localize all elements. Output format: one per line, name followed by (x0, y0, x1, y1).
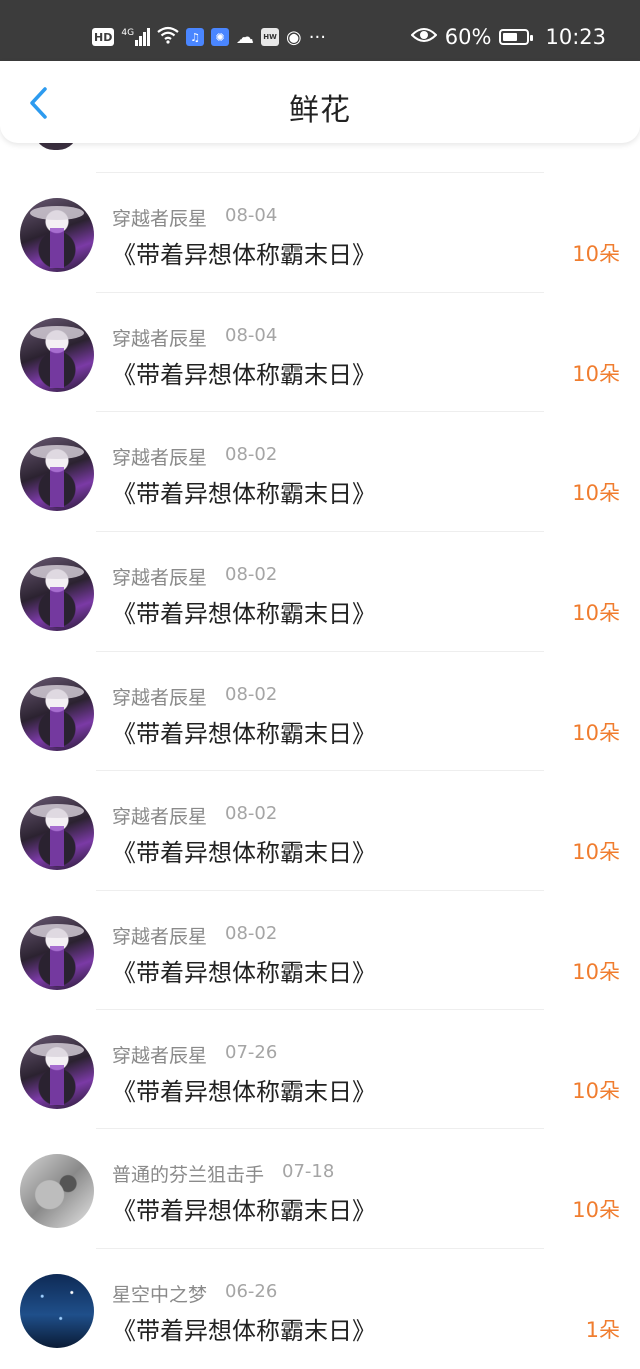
flower-amount: 10朵 (572, 1198, 620, 1222)
hd-icon: HD (92, 28, 115, 46)
flower-amount: 10朵 (572, 362, 620, 386)
huawei-icon: HW (261, 28, 280, 46)
avatar[interactable] (20, 1274, 94, 1348)
flower-amount: 10朵 (572, 601, 620, 625)
book-title: 《带着异想体称霸末日》 (112, 241, 376, 269)
flower-amount: 10朵 (572, 1079, 620, 1103)
avatar[interactable] (20, 318, 94, 392)
sender-name: 穿越者辰星 (112, 806, 208, 828)
avatar[interactable] (20, 796, 94, 870)
book-title: 《带着异想体称霸末日》 (112, 1197, 376, 1225)
cloud-icon: ☁ (236, 26, 255, 48)
list-item[interactable]: 穿越者辰星 08-02 《带着异想体称霸末日》 10朵 (0, 770, 640, 889)
gift-date: 08-02 (225, 684, 278, 705)
battery-icon (499, 29, 534, 45)
4g-signal-icon: 4G (121, 28, 151, 46)
gift-date: 08-02 (225, 444, 278, 465)
avatar[interactable] (20, 677, 94, 751)
sender-name: 穿越者辰星 (112, 447, 208, 469)
avatar[interactable] (20, 1035, 94, 1109)
flower-amount: 10朵 (572, 481, 620, 505)
battery-percent: 60% (444, 25, 492, 49)
list-item[interactable]: 普通的芬兰狙击手 07-18 《带着异想体称霸末日》 10朵 (0, 1128, 640, 1247)
avatar[interactable] (20, 557, 94, 631)
top-nav-bar: 鲜花 (0, 61, 640, 143)
flower-amount: 1朵 (585, 1318, 620, 1342)
gift-date: 08-02 (225, 564, 278, 585)
gift-date: 08-04 (225, 205, 278, 226)
app-icon-blue: ♫ (186, 28, 205, 46)
book-title: 《带着异想体称霸末日》 (112, 480, 376, 508)
sender-name: 穿越者辰星 (112, 687, 208, 709)
wifi-icon (157, 26, 179, 48)
sender-name: 普通的芬兰狙击手 (112, 1164, 265, 1186)
book-title: 《带着异想体称霸末日》 (112, 1078, 376, 1106)
status-bar: HD 4G ♫ ✺ ☁ HW ◉ ··· 60% 10:23 (0, 0, 640, 61)
flower-amount: 10朵 (572, 840, 620, 864)
sender-name: 穿越者辰星 (112, 328, 208, 350)
sender-name: 穿越者辰星 (112, 926, 208, 948)
gift-date: 08-02 (225, 803, 278, 824)
page-title: 鲜花 (289, 93, 351, 128)
avatar[interactable] (20, 1154, 94, 1228)
list-item[interactable]: 穿越者辰星 08-02 《带着异想体称霸末日》 10朵 (0, 890, 640, 1009)
book-title: 《带着异想体称霸末日》 (112, 720, 376, 748)
eye-icon (410, 25, 438, 49)
gift-date: 08-04 (225, 325, 278, 346)
book-title: 《带着异想体称霸末日》 (112, 361, 376, 389)
flower-amount: 10朵 (572, 242, 620, 266)
book-title: 《带着异想体称霸末日》 (112, 600, 376, 628)
status-bar-right: 60% 10:23 (410, 22, 606, 52)
lightbulb-icon: ✺ (211, 28, 230, 46)
avatar[interactable] (20, 437, 94, 511)
flower-amount: 10朵 (572, 960, 620, 984)
book-title: 《带着异想体称霸末日》 (112, 959, 376, 987)
sender-name: 穿越者辰星 (112, 1045, 208, 1067)
list-item[interactable]: 穿越者辰星 08-04 《带着异想体称霸末日》 10朵 (0, 172, 640, 291)
clock: 10:23 (545, 25, 606, 49)
list-item[interactable]: 穿越者辰星 08-04 《带着异想体称霸末日》 10朵 (0, 292, 640, 411)
more-notifications-icon: ··· (308, 26, 326, 48)
list-item[interactable]: 穿越者辰星 08-02 《带着异想体称霸末日》 10朵 (0, 531, 640, 650)
gift-date: 06-26 (225, 1281, 278, 1302)
sender-name: 星空中之梦 (112, 1284, 208, 1306)
avatar[interactable] (20, 916, 94, 990)
gift-date: 07-18 (282, 1161, 335, 1182)
status-bar-left-icons: HD 4G ♫ ✺ ☁ HW ◉ ··· (92, 22, 326, 52)
gift-date: 07-26 (225, 1042, 278, 1063)
book-title: 《带着异想体称霸末日》 (112, 839, 376, 867)
flower-amount: 10朵 (572, 721, 620, 745)
list-item[interactable]: 穿越者辰星 08-02 《带着异想体称霸末日》 10朵 (0, 411, 640, 530)
sender-name: 穿越者辰星 (112, 208, 208, 230)
list-item[interactable]: 穿越者辰星 08-02 《带着异想体称霸末日》 10朵 (0, 651, 640, 770)
list-item[interactable]: 星空中之梦 06-26 《带着异想体称霸末日》 1朵 (0, 1248, 640, 1367)
list-item[interactable]: 穿越者辰星 07-26 《带着异想体称霸末日》 10朵 (0, 1009, 640, 1128)
gift-date: 08-02 (225, 923, 278, 944)
avatar[interactable] (20, 198, 94, 272)
sender-name: 穿越者辰星 (112, 567, 208, 589)
book-title: 《带着异想体称霸末日》 (112, 1317, 376, 1345)
basketball-icon: ◉ (286, 26, 302, 48)
